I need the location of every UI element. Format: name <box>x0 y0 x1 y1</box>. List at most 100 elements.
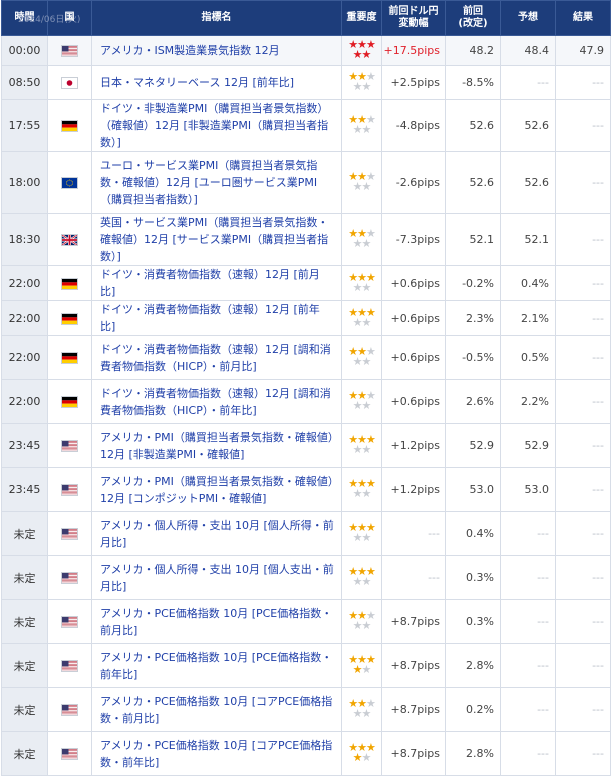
indicator-link[interactable]: 日本・マネタリーベース 12月 [前年比] <box>91 65 342 100</box>
previous-value-text: 2.6% <box>466 395 494 408</box>
indicator-link[interactable]: アメリカ・PCE価格指数 10月 [PCE価格指数・前年比] <box>91 643 342 688</box>
indicator-link[interactable]: アメリカ・個人所得・支出 10月 [個人支出・前月比] <box>91 555 342 600</box>
indicator-link[interactable]: 英国・サービス業PMI（購買担当者景気指数・確報値）12月 [サービス業PMI（… <box>91 213 342 266</box>
indicator-name[interactable]: アメリカ・PCE価格指数 10月 [PCE価格指数・前月比] <box>100 607 332 637</box>
indicator-link[interactable]: アメリカ・PMI（購買担当者景気指数・確報値）12月 [コンポジットPMI・確報… <box>91 467 342 512</box>
table-row: 22:00 ドイツ・消費者物価指数（速報）12月 [前月比] ★★★ ★★ +0.6pi… <box>1 265 611 301</box>
previous-value: 48.2 <box>445 35 501 66</box>
indicator-link[interactable]: ドイツ・消費者物価指数（速報）12月 [調和消費者物価指数（HICP）・前年比] <box>91 379 342 424</box>
importance-cell: ★★★ ★★ <box>341 265 382 301</box>
pips-change: +2.5pips <box>381 65 446 100</box>
us-flag-icon <box>62 573 77 583</box>
indicator-name[interactable]: 日本・マネタリーベース 12月 [前年比] <box>100 76 294 89</box>
us-flag-icon <box>62 46 77 56</box>
forecast-value: 52.9 <box>500 423 556 468</box>
pips-text: +8.7pips <box>390 703 440 716</box>
indicator-name[interactable]: ユーロ・サービス業PMI（購買担当者景気指数・確報値）12月 [ユーロ圏サービス… <box>100 159 317 206</box>
pips-text: --- <box>428 571 440 584</box>
indicator-link[interactable]: ドイツ・非製造業PMI（購買担当者景気指数）（確報値）12月 [非製造業PMI（… <box>91 99 342 152</box>
indicator-link[interactable]: ドイツ・消費者物価指数（速報）12月 [調和消費者物価指数（HICP）・前月比] <box>91 335 342 380</box>
indicator-name[interactable]: ドイツ・非製造業PMI（購買担当者景気指数）（確報値）12月 [非製造業PMI（… <box>100 102 328 149</box>
indicator-name[interactable]: アメリカ・PCE価格指数 10月 [PCE価格指数・前年比] <box>100 651 332 681</box>
time-text: 未定 <box>13 527 36 541</box>
star-empty-icon: ★ <box>361 315 372 329</box>
forecast-value: --- <box>500 643 556 688</box>
forecast-value: 0.4% <box>500 265 556 301</box>
indicator-link[interactable]: ドイツ・消費者物価指数（速報）12月 [前年比] <box>91 300 342 336</box>
forecast-value: 48.4 <box>500 35 556 66</box>
star-filled-icon: ★ <box>352 48 363 61</box>
result-value: --- <box>555 467 611 512</box>
star-empty-icon: ★ <box>361 575 372 588</box>
row-time: 22:00 <box>1 265 48 301</box>
result-value: --- <box>555 213 611 266</box>
importance-stars: ★★★ ★★ <box>348 114 376 135</box>
result-value-text: --- <box>592 747 604 760</box>
row-time: 18:30 <box>1 213 48 266</box>
indicator-name[interactable]: アメリカ・PMI（購買担当者景気指数・確報値）12月 [コンポジットPMI・確報… <box>100 475 333 505</box>
pips-text: +0.6pips <box>390 395 440 408</box>
us-flag-icon <box>62 661 77 671</box>
us-flag-icon <box>62 485 77 495</box>
time-text: 22:00 <box>8 276 41 290</box>
pips-text: +2.5pips <box>390 76 440 89</box>
result-value-text: --- <box>592 351 604 364</box>
result-value-text: --- <box>592 311 604 325</box>
result-value-text: --- <box>592 395 604 408</box>
result-value-text: --- <box>592 527 604 540</box>
pips-change: +0.6pips <box>381 265 446 301</box>
us-flag-icon <box>62 617 77 627</box>
star-empty-icon: ★ <box>352 80 363 93</box>
pips-change: +1.2pips <box>381 423 446 468</box>
indicator-name[interactable]: 英国・サービス業PMI（購買担当者景気指数・確報値）12月 [サービス業PMI（… <box>100 216 328 263</box>
row-time: 未定 <box>1 555 48 600</box>
importance-stars: ★★★ ★★ <box>348 654 376 676</box>
indicator-link[interactable]: ドイツ・消費者物価指数（速報）12月 [前月比] <box>91 265 342 301</box>
de-flag-icon <box>62 313 77 324</box>
indicator-link[interactable]: アメリカ・ISM製造業景気指数 12月 <box>91 35 342 66</box>
indicator-name[interactable]: アメリカ・PCE価格指数 10月 [コアPCE価格指数・前年比] <box>100 739 332 769</box>
indicator-link[interactable]: アメリカ・PCE価格指数 10月 [PCE価格指数・前月比] <box>91 599 342 644</box>
pips-change: +0.6pips <box>381 335 446 380</box>
forecast-value-text: 2.2% <box>521 395 549 408</box>
result-value-text: --- <box>592 659 604 672</box>
indicator-name[interactable]: アメリカ・PCE価格指数 10月 [コアPCE価格指数・前月比] <box>100 695 332 725</box>
jp-flag-icon <box>62 78 77 88</box>
indicator-name[interactable]: アメリカ・PMI（購買担当者景気指数・確報値）12月 [非製造業PMI・確報値] <box>100 431 333 461</box>
indicator-name[interactable]: ドイツ・消費者物価指数（速報）12月 [前年比] <box>100 303 320 333</box>
header-prev: 前回 (改定) <box>445 0 501 36</box>
row-time: 17:55 <box>1 99 48 152</box>
time-text: 23:45 <box>8 439 41 452</box>
indicator-link[interactable]: ユーロ・サービス業PMI（購買担当者景気指数・確報値）12月 [ユーロ圏サービス… <box>91 151 342 214</box>
indicator-name[interactable]: ドイツ・消費者物価指数（速報）12月 [調和消費者物価指数（HICP）・前月比] <box>100 343 331 373</box>
indicator-name[interactable]: アメリカ・個人所得・支出 10月 [個人所得・前月比] <box>100 519 334 549</box>
indicator-name[interactable]: アメリカ・ISM製造業景気指数 12月 <box>100 44 280 57</box>
indicator-name[interactable]: ドイツ・消費者物価指数（速報）12月 [前月比] <box>100 268 320 298</box>
star-empty-icon: ★ <box>361 280 372 294</box>
importance-cell: ★★★ ★★ <box>341 511 382 556</box>
result-value: --- <box>555 99 611 152</box>
star-filled-icon: ★ <box>352 663 363 676</box>
importance-cell: ★★★ ★★ <box>341 423 382 468</box>
previous-value-text: 2.8% <box>466 659 494 672</box>
indicator-link[interactable]: アメリカ・PMI（購買担当者景気指数・確報値）12月 [非製造業PMI・確報値] <box>91 423 342 468</box>
previous-value-text: -0.2% <box>462 276 494 290</box>
time-text: 00:00 <box>8 44 41 57</box>
forecast-value-text: 0.5% <box>521 351 549 364</box>
indicator-name[interactable]: ドイツ・消費者物価指数（速報）12月 [調和消費者物価指数（HICP）・前年比] <box>100 387 331 417</box>
header-indicator: 指標名 <box>91 0 342 36</box>
table-row: 未定 アメリカ・個人所得・支出 10月 [個人所得・前月比] ★★★ ★★ --- 0.4… <box>1 511 611 556</box>
table-row: 22:00 ドイツ・消費者物価指数（速報）12月 [調和消費者物価指数（HICP）… <box>1 379 611 424</box>
header-forecast: 予想 <box>500 0 556 36</box>
forecast-value: 2.2% <box>500 379 556 424</box>
result-value: 47.9 <box>555 35 611 66</box>
indicator-link[interactable]: アメリカ・個人所得・支出 10月 [個人所得・前月比] <box>91 511 342 556</box>
indicator-name[interactable]: アメリカ・個人所得・支出 10月 [個人支出・前月比] <box>100 563 334 593</box>
importance-cell: ★★★ ★★ <box>341 65 382 100</box>
indicator-link[interactable]: アメリカ・PCE価格指数 10月 [コアPCE価格指数・前年比] <box>91 731 342 776</box>
header-pips-line1: 前回ドル円 <box>388 6 439 17</box>
importance-stars: ★★★ ★★ <box>348 171 376 192</box>
previous-value: -8.5% <box>445 65 501 100</box>
indicator-link[interactable]: アメリカ・PCE価格指数 10月 [コアPCE価格指数・前月比] <box>91 687 342 732</box>
economic-calendar-table: 時間 2024/06日(火) 国 指標名 重要度 前回ドル円 変動幅 前回 (改… <box>1 0 611 776</box>
